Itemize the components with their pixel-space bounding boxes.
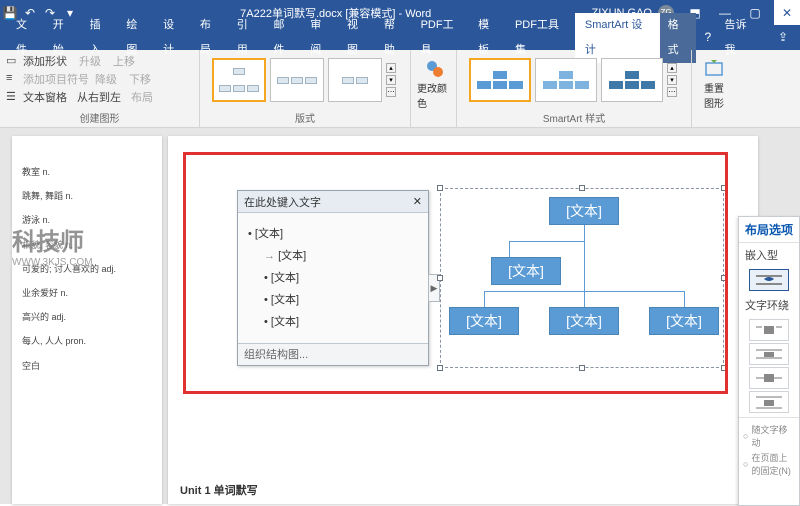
layout-option-through[interactable] (749, 367, 789, 389)
rtl-button[interactable]: 从右到左 (77, 89, 121, 105)
smartart-text-pane[interactable]: 在此处键入文字 ✕ • [文本] [文本] • [文本] • [文本] • [文… (237, 190, 429, 366)
text-pane-item: • [文本] (264, 269, 418, 285)
resize-handle-bl[interactable] (437, 365, 443, 371)
smartart-connector (509, 241, 584, 242)
change-colors-button[interactable]: 更改颜色 (417, 52, 453, 110)
ribbon-group-layouts-label: 版式 (206, 108, 404, 125)
promote-button[interactable]: 升级 (79, 53, 101, 69)
smartart-connector (584, 291, 585, 307)
ribbon-group-styles-label: SmartArt 样式 (463, 108, 685, 125)
layout-section-inline: 嵌入型 (739, 243, 799, 267)
doc-line: 教室 n. (22, 164, 152, 180)
page-footer-title: Unit 1 单词默写 (180, 482, 258, 498)
ribbon-group-create-graphic: ▭ 添加形状 升级 上移 ≡ 添加项目符号 降级 下移 ☰ 文本窗格 从右到左 … (0, 50, 200, 127)
text-pane-item: • [文本] (264, 313, 418, 329)
resize-handle-tr[interactable] (721, 185, 727, 191)
layout-option-tight[interactable] (749, 343, 789, 365)
layouts-scroll-up[interactable]: ▴ (386, 63, 396, 73)
move-up-button[interactable]: 上移 (113, 53, 135, 69)
reset-icon (703, 58, 725, 80)
layout-radio-fix-on-page[interactable]: ○在页面上的固定(N) (739, 450, 799, 478)
ribbon-group-create-label: 创建图形 (6, 108, 193, 125)
ribbon-group-reset: 重置 图形 (692, 50, 736, 127)
layouts-more[interactable]: ⋯ (386, 87, 396, 97)
style-thumb-1[interactable] (469, 58, 531, 102)
smartart-node-child-3[interactable]: [文本] (649, 307, 719, 335)
doc-line: 游泳 n. (22, 212, 152, 228)
layout-thumb-3[interactable] (328, 58, 382, 102)
demote-button[interactable]: 降级 (95, 71, 117, 87)
resize-handle-tm[interactable] (579, 185, 585, 191)
smartart-node-child-1[interactable]: [文本] (449, 307, 519, 335)
doc-line: 空白 (22, 358, 152, 374)
document-page-left: 教室 n. 跳舞, 舞蹈 n. 游泳 n. 相貌, 容貌 n. 可爱的; 讨人喜… (12, 136, 162, 504)
add-shape-icon: ▭ (6, 54, 20, 68)
text-pane-item: • [文本] (248, 225, 418, 241)
layouts-gallery[interactable]: ▴ ▾ ⋯ (206, 52, 404, 108)
ribbon-tabs: 文件 开始 插入 绘图 设计 布局 引用 邮件 审阅 视图 帮助 PDF工具 模… (0, 25, 800, 50)
style-thumb-3[interactable] (601, 58, 663, 102)
text-pane-icon: ☰ (6, 90, 20, 104)
text-pane-close-icon[interactable]: ✕ (413, 195, 422, 208)
change-colors-icon (424, 58, 446, 80)
smartart-connector (584, 225, 585, 241)
doc-line: 每人, 人人 pron. (22, 333, 152, 349)
move-down-button[interactable]: 下移 (129, 71, 151, 87)
text-pane-item: [文本] (264, 247, 418, 263)
document-area: 教室 n. 跳舞, 舞蹈 n. 游泳 n. 相貌, 容貌 n. 可爱的; 讨人喜… (0, 128, 800, 504)
text-pane-item: • [文本] (264, 291, 418, 307)
smartart-node-child-2[interactable]: [文本] (549, 307, 619, 335)
layout-radio-move-with-text[interactable]: ○随文字移动 (739, 422, 799, 450)
layout-panel-title: 布局选项 (739, 217, 799, 243)
ribbon-group-layouts: ▴ ▾ ⋯ 版式 (200, 50, 411, 127)
reset-graphic-button[interactable]: 重置 图形 (698, 52, 730, 116)
doc-line: 业余爱好 n. (22, 285, 152, 301)
add-bullet-button[interactable]: 添加项目符号 (23, 71, 89, 87)
text-pane-title: 在此处键入文字 (244, 194, 321, 210)
text-pane-body[interactable]: • [文本] [文本] • [文本] • [文本] • [文本] (238, 213, 428, 341)
smartart-connector (484, 291, 485, 307)
layout-thumb-org-chart[interactable] (212, 58, 266, 102)
styles-more[interactable]: ⋯ (667, 87, 677, 97)
add-bullet-icon: ≡ (6, 72, 20, 86)
smartart-connector (684, 291, 685, 307)
doc-line: 可爱的; 讨人喜欢的 adj. (22, 261, 152, 277)
styles-gallery[interactable]: ▴ ▾ ⋯ (463, 52, 685, 108)
layout-option-inline[interactable] (749, 269, 789, 291)
ribbon-group-styles: ▴ ▾ ⋯ SmartArt 样式 (457, 50, 692, 127)
layout-option-top-bottom[interactable] (749, 391, 789, 413)
layouts-scroll-down[interactable]: ▾ (386, 75, 396, 85)
styles-scroll-up[interactable]: ▴ (667, 63, 677, 73)
resize-handle-tl[interactable] (437, 185, 443, 191)
doc-line: 跳舞, 舞蹈 n. (22, 188, 152, 204)
layout-thumb-2[interactable] (270, 58, 324, 102)
smartart-canvas[interactable]: [文本] [文本] [文本] [文本] [文本] (449, 197, 715, 359)
help-icon[interactable]: ? (696, 25, 716, 50)
share-icon[interactable]: ⇪ (770, 25, 790, 50)
layout-options-panel[interactable]: 布局选项 嵌入型 文字环绕 ○随文字移动 ○在页面上的固定(N) (738, 216, 800, 506)
layout-section-wrap: 文字环绕 (739, 293, 799, 317)
add-shape-button[interactable]: 添加形状 (23, 53, 67, 69)
smartart-connector (584, 241, 585, 291)
ribbon: ▭ 添加形状 升级 上移 ≡ 添加项目符号 降级 下移 ☰ 文本窗格 从右到左 … (0, 50, 800, 128)
doc-line: 高兴的 adj. (22, 309, 152, 325)
style-thumb-2[interactable] (535, 58, 597, 102)
resize-handle-ml[interactable] (437, 275, 443, 281)
text-pane-footer: 组织结构图... (238, 343, 428, 365)
smartart-connector (509, 241, 510, 257)
doc-line: 相貌, 容貌 n. (22, 237, 152, 253)
text-pane-button[interactable]: 文本窗格 (23, 89, 67, 105)
resize-handle-bm[interactable] (579, 365, 585, 371)
smartart-node-root[interactable]: [文本] (549, 197, 619, 225)
smartart-node-assistant[interactable]: [文本] (491, 257, 561, 285)
resize-handle-br[interactable] (721, 365, 727, 371)
layout-option-square[interactable] (749, 319, 789, 341)
ribbon-group-colors: 更改颜色 (411, 50, 457, 127)
styles-scroll-down[interactable]: ▾ (667, 75, 677, 85)
resize-handle-mr[interactable] (721, 275, 727, 281)
smartart-selection-frame[interactable]: [文本] [文本] [文本] [文本] [文本] (440, 188, 724, 368)
layout-dropdown[interactable]: 布局 (131, 89, 153, 105)
